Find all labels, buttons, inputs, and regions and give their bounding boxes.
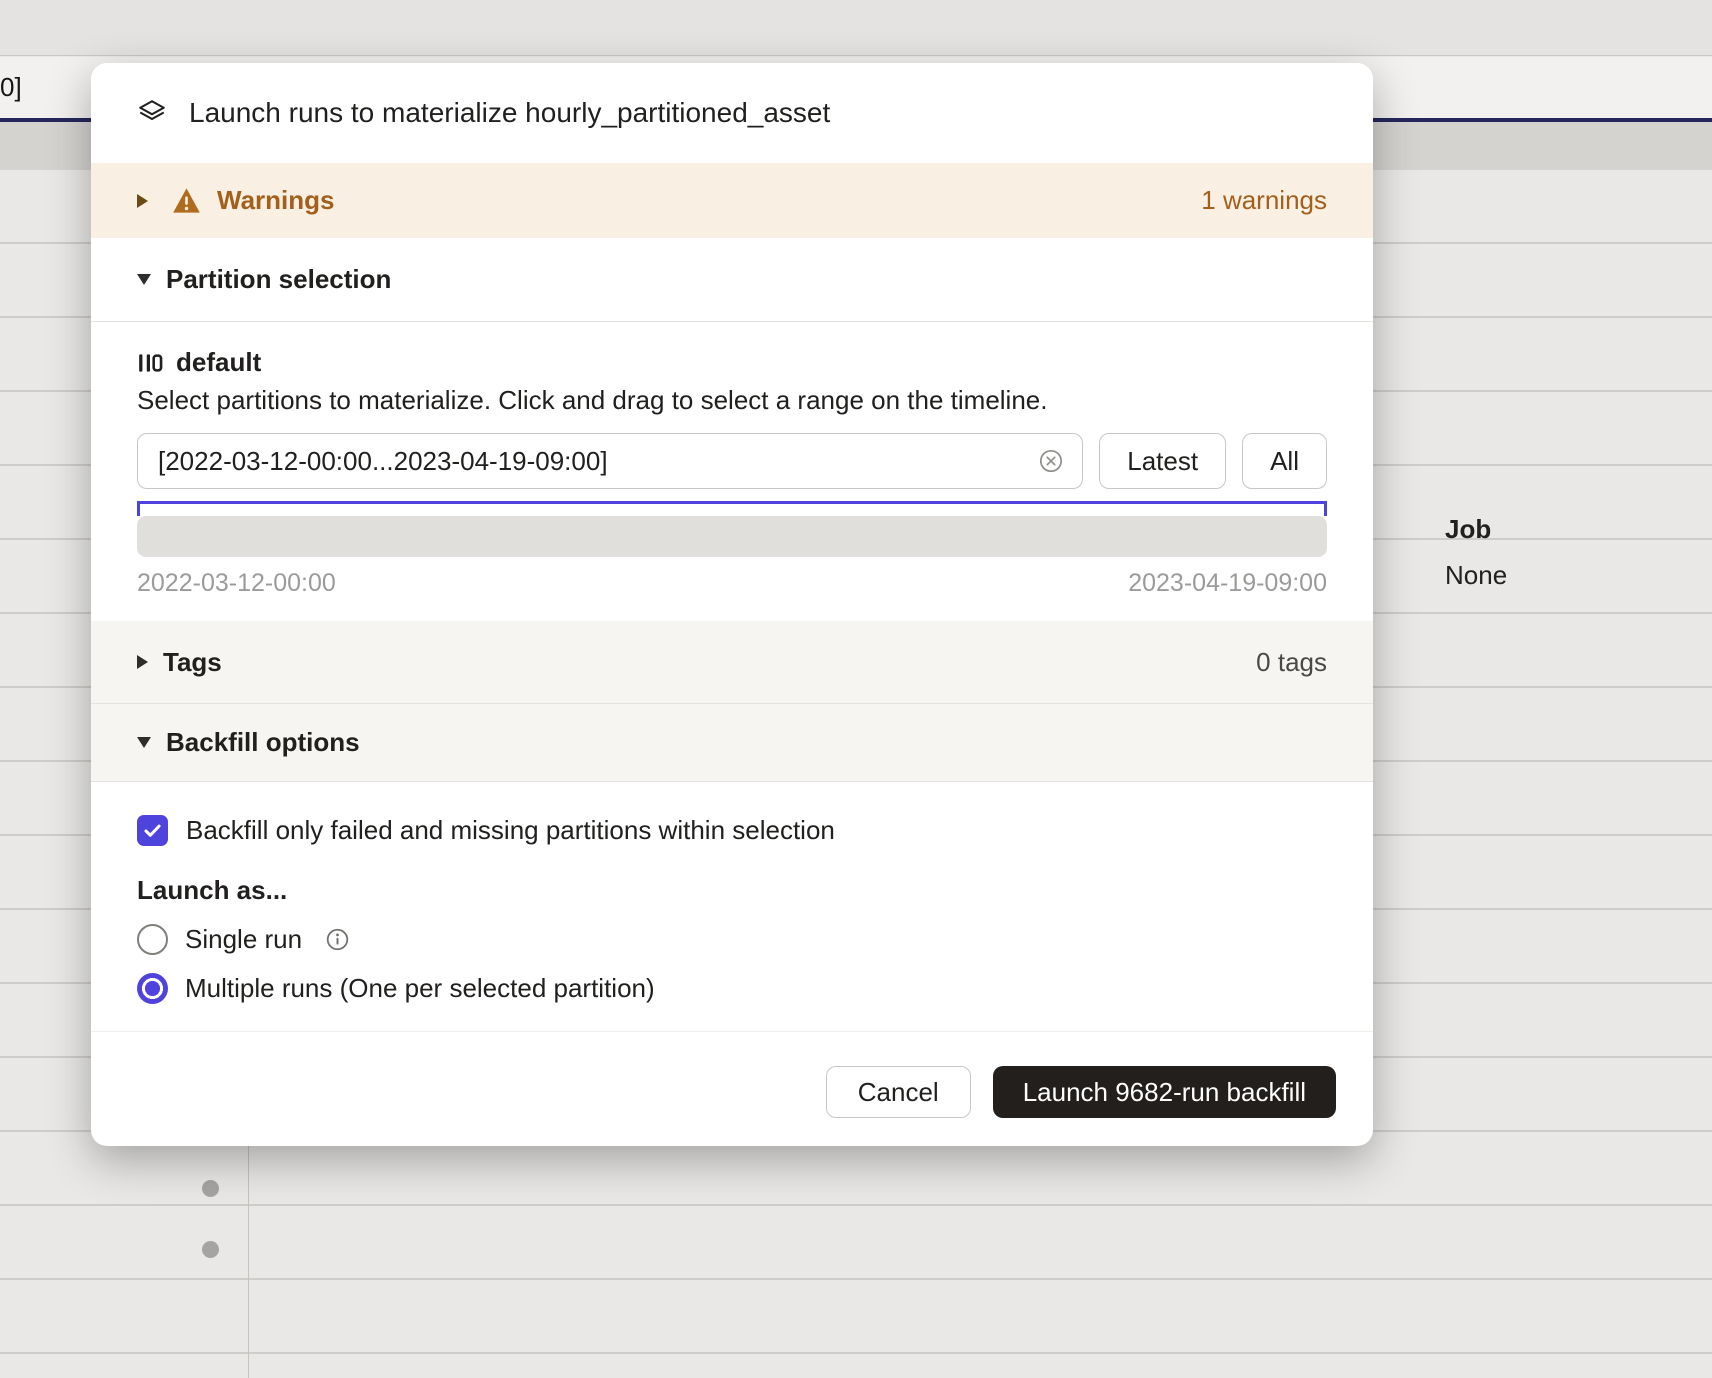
dimension-row: default bbox=[137, 347, 1327, 378]
timeline-range-labels: 2022-03-12-00:00 2023-04-19-09:00 bbox=[137, 569, 1327, 598]
single-run-label: Single run bbox=[185, 924, 302, 955]
job-value: None bbox=[1445, 560, 1507, 591]
dialog-footer: Cancel Launch 9682-run backfill bbox=[91, 1031, 1373, 1146]
warnings-label: Warnings bbox=[217, 185, 334, 216]
background-column-divider bbox=[248, 1146, 249, 1378]
radio-unselected[interactable] bbox=[137, 924, 168, 955]
cancel-button[interactable]: Cancel bbox=[826, 1066, 971, 1118]
launch-backfill-dialog: Launch runs to materialize hourly_partit… bbox=[91, 63, 1373, 1146]
checkmark-icon bbox=[142, 820, 163, 841]
partition-selection-header: Partition selection bbox=[166, 264, 391, 295]
all-button[interactable]: All bbox=[1242, 433, 1327, 489]
partition-range-value: [2022-03-12-00:00...2023-04-19-09:00] bbox=[158, 446, 1038, 477]
checked-checkbox[interactable] bbox=[137, 815, 168, 846]
partition-selection-toggle[interactable]: Partition selection bbox=[91, 238, 1373, 322]
warnings-count: 1 warnings bbox=[1201, 185, 1327, 216]
chevron-right-icon bbox=[137, 194, 148, 208]
partition-input-row: [2022-03-12-00:00...2023-04-19-09:00] La… bbox=[137, 433, 1327, 489]
timeline-selection-outline bbox=[137, 501, 1327, 516]
checkbox-label: Backfill only failed and missing partiti… bbox=[186, 815, 835, 846]
tags-section-toggle[interactable]: Tags 0 tags bbox=[91, 621, 1373, 704]
range-start-label: 2022-03-12-00:00 bbox=[137, 569, 336, 598]
background-toolbar bbox=[0, 0, 1712, 56]
dialog-title: Launch runs to materialize hourly_partit… bbox=[189, 97, 830, 129]
info-icon[interactable] bbox=[325, 927, 350, 952]
truncated-text: 0] bbox=[0, 72, 22, 103]
materialize-icon bbox=[137, 98, 167, 128]
partition-range-input[interactable]: [2022-03-12-00:00...2023-04-19-09:00] bbox=[137, 433, 1083, 489]
screen: 0] Job None Launch runs to materialize h… bbox=[0, 0, 1712, 1378]
chevron-right-icon bbox=[137, 655, 148, 669]
latest-button[interactable]: Latest bbox=[1099, 433, 1226, 489]
tags-label: Tags bbox=[163, 647, 222, 678]
backfill-options-toggle[interactable]: Backfill options bbox=[91, 704, 1373, 782]
launch-backfill-button[interactable]: Launch 9682-run backfill bbox=[993, 1066, 1336, 1118]
tags-count: 0 tags bbox=[1256, 647, 1327, 678]
multiple-runs-label: Multiple runs (One per selected partitio… bbox=[185, 973, 655, 1004]
failed-missing-checkbox-row[interactable]: Backfill only failed and missing partiti… bbox=[137, 815, 1327, 846]
range-end-label: 2023-04-19-09:00 bbox=[1128, 569, 1327, 598]
warning-icon bbox=[172, 187, 201, 214]
status-dot bbox=[202, 1241, 219, 1258]
launch-as-label: Launch as... bbox=[137, 875, 1327, 906]
backfill-options-header: Backfill options bbox=[166, 727, 360, 758]
multiple-runs-radio-row[interactable]: Multiple runs (One per selected partitio… bbox=[137, 973, 1327, 1004]
single-run-radio-row[interactable]: Single run bbox=[137, 924, 1327, 955]
job-summary: Job None bbox=[1445, 514, 1507, 591]
partition-dimension-icon bbox=[137, 350, 163, 376]
radio-selected[interactable] bbox=[137, 973, 168, 1004]
partition-timeline[interactable] bbox=[137, 501, 1327, 557]
dialog-header: Launch runs to materialize hourly_partit… bbox=[91, 63, 1373, 163]
partition-picker: default Select partitions to materialize… bbox=[91, 322, 1373, 621]
job-label: Job bbox=[1445, 514, 1507, 545]
picker-description: Select partitions to materialize. Click … bbox=[137, 385, 1327, 416]
dimension-name: default bbox=[176, 347, 261, 378]
chevron-down-icon bbox=[137, 737, 151, 748]
timeline-health-bar[interactable] bbox=[137, 516, 1327, 557]
status-dot bbox=[202, 1180, 219, 1197]
clear-input-icon[interactable] bbox=[1038, 448, 1064, 474]
chevron-down-icon bbox=[137, 274, 151, 285]
backfill-options-body: Backfill only failed and missing partiti… bbox=[91, 782, 1373, 1031]
warnings-section-toggle[interactable]: Warnings 1 warnings bbox=[91, 163, 1373, 238]
